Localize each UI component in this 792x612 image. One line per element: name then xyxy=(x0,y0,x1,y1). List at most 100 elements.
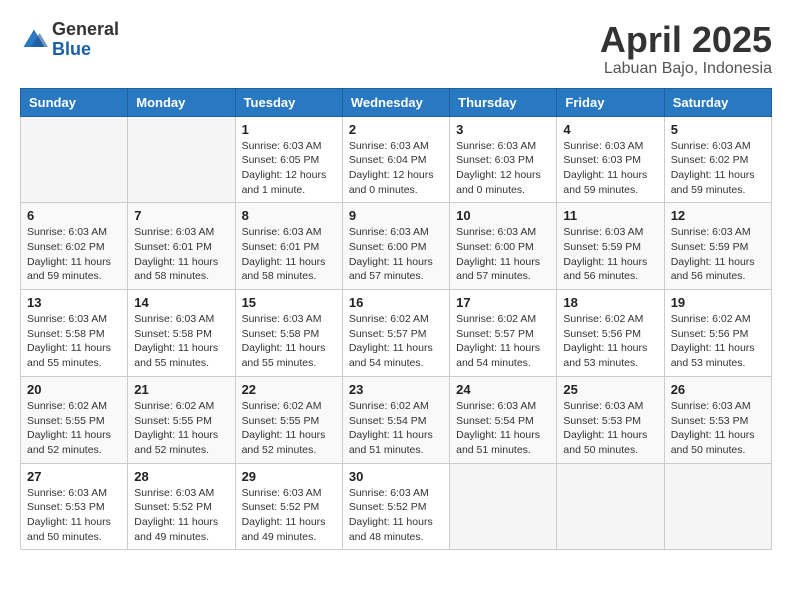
calendar-cell: 27Sunrise: 6:03 AM Sunset: 5:53 PM Dayli… xyxy=(21,463,128,550)
calendar-cell xyxy=(128,116,235,203)
calendar-cell xyxy=(21,116,128,203)
day-info: Sunrise: 6:03 AM Sunset: 6:01 PM Dayligh… xyxy=(134,225,228,284)
day-header-tuesday: Tuesday xyxy=(235,88,342,116)
day-number: 9 xyxy=(349,208,443,223)
day-number: 28 xyxy=(134,469,228,484)
day-info: Sunrise: 6:02 AM Sunset: 5:56 PM Dayligh… xyxy=(563,312,657,371)
logo-general: General xyxy=(52,20,119,40)
calendar-cell: 10 Sunrise: 6:03 AM Sunset: 6:00 PM Dayli… xyxy=(450,203,557,290)
day-header-sunday: Sunday xyxy=(21,88,128,116)
day-number: 30 xyxy=(349,469,443,484)
day-number: 5 xyxy=(671,122,765,137)
location-subtitle: Labuan Bajo, Indonesia xyxy=(600,60,772,78)
day-header-thursday: Thursday xyxy=(450,88,557,116)
calendar-cell: 11Sunrise: 6:03 AM Sunset: 5:59 PM Dayli… xyxy=(557,203,664,290)
day-info: Sunrise: 6:03 AM Sunset: 6:03 PM Dayligh… xyxy=(456,139,550,198)
calendar-cell xyxy=(450,463,557,550)
calendar-header-row: SundayMondayTuesdayWednesdayThursdayFrid… xyxy=(21,88,772,116)
calendar-cell: 9 Sunrise: 6:03 AM Sunset: 6:00 PM Daylig… xyxy=(342,203,449,290)
calendar-cell: 20Sunrise: 6:02 AM Sunset: 5:55 PM Dayli… xyxy=(21,376,128,463)
calendar-cell: 6 Sunrise: 6:03 AM Sunset: 6:02 PM Daylig… xyxy=(21,203,128,290)
day-number: 14 xyxy=(134,295,228,310)
day-info: Sunrise: 6:02 AM Sunset: 5:55 PM Dayligh… xyxy=(242,399,336,458)
day-number: 1 xyxy=(242,122,336,137)
calendar-cell: 28 Sunrise: 6:03 AM Sunset: 5:52 PM Dayli… xyxy=(128,463,235,550)
day-number: 24 xyxy=(456,382,550,397)
calendar-week-row: 1 Sunrise: 6:03 AM Sunset: 6:05 PM Daylig… xyxy=(21,116,772,203)
calendar-cell: 25 Sunrise: 6:03 AM Sunset: 5:53 PM Dayli… xyxy=(557,376,664,463)
day-number: 22 xyxy=(242,382,336,397)
calendar-cell: 16 Sunrise: 6:02 AM Sunset: 5:57 PM Dayli… xyxy=(342,290,449,377)
day-info: Sunrise: 6:03 AM Sunset: 6:00 PM Dayligh… xyxy=(349,225,443,284)
day-number: 20 xyxy=(27,382,121,397)
day-header-friday: Friday xyxy=(557,88,664,116)
day-number: 25 xyxy=(563,382,657,397)
logo: General Blue xyxy=(20,20,119,60)
day-number: 18 xyxy=(563,295,657,310)
day-info: Sunrise: 6:03 AM Sunset: 5:59 PM Dayligh… xyxy=(671,225,765,284)
day-number: 6 xyxy=(27,208,121,223)
day-info: Sunrise: 6:03 AM Sunset: 5:53 PM Dayligh… xyxy=(563,399,657,458)
day-info: Sunrise: 6:03 AM Sunset: 6:02 PM Dayligh… xyxy=(27,225,121,284)
day-number: 23 xyxy=(349,382,443,397)
day-info: Sunrise: 6:03 AM Sunset: 6:01 PM Dayligh… xyxy=(242,225,336,284)
calendar-week-row: 6 Sunrise: 6:03 AM Sunset: 6:02 PM Daylig… xyxy=(21,203,772,290)
calendar-cell: 26Sunrise: 6:03 AM Sunset: 5:53 PM Dayli… xyxy=(664,376,771,463)
day-info: Sunrise: 6:02 AM Sunset: 5:57 PM Dayligh… xyxy=(349,312,443,371)
day-number: 10 xyxy=(456,208,550,223)
calendar-cell: 22 Sunrise: 6:02 AM Sunset: 5:55 PM Dayli… xyxy=(235,376,342,463)
day-info: Sunrise: 6:03 AM Sunset: 6:00 PM Dayligh… xyxy=(456,225,550,284)
calendar-table: SundayMondayTuesdayWednesdayThursdayFrid… xyxy=(20,88,772,551)
day-info: Sunrise: 6:02 AM Sunset: 5:56 PM Dayligh… xyxy=(671,312,765,371)
calendar-cell: 17 Sunrise: 6:02 AM Sunset: 5:57 PM Dayli… xyxy=(450,290,557,377)
calendar-cell: 24 Sunrise: 6:03 AM Sunset: 5:54 PM Dayli… xyxy=(450,376,557,463)
calendar-week-row: 13Sunrise: 6:03 AM Sunset: 5:58 PM Dayli… xyxy=(21,290,772,377)
day-number: 26 xyxy=(671,382,765,397)
day-number: 7 xyxy=(134,208,228,223)
day-info: Sunrise: 6:03 AM Sunset: 5:58 PM Dayligh… xyxy=(27,312,121,371)
day-info: Sunrise: 6:03 AM Sunset: 6:05 PM Dayligh… xyxy=(242,139,336,198)
day-info: Sunrise: 6:03 AM Sunset: 6:02 PM Dayligh… xyxy=(671,139,765,198)
calendar-cell: 7 Sunrise: 6:03 AM Sunset: 6:01 PM Daylig… xyxy=(128,203,235,290)
day-number: 27 xyxy=(27,469,121,484)
day-info: Sunrise: 6:03 AM Sunset: 5:54 PM Dayligh… xyxy=(456,399,550,458)
calendar-cell: 4 Sunrise: 6:03 AM Sunset: 6:03 PM Daylig… xyxy=(557,116,664,203)
logo-text: General Blue xyxy=(52,20,119,60)
calendar-cell xyxy=(557,463,664,550)
day-number: 29 xyxy=(242,469,336,484)
day-info: Sunrise: 6:03 AM Sunset: 5:59 PM Dayligh… xyxy=(563,225,657,284)
day-info: Sunrise: 6:03 AM Sunset: 6:04 PM Dayligh… xyxy=(349,139,443,198)
calendar-cell: 21 Sunrise: 6:02 AM Sunset: 5:55 PM Dayli… xyxy=(128,376,235,463)
logo-blue: Blue xyxy=(52,40,119,60)
day-info: Sunrise: 6:03 AM Sunset: 5:52 PM Dayligh… xyxy=(242,486,336,545)
calendar-cell: 12Sunrise: 6:03 AM Sunset: 5:59 PM Dayli… xyxy=(664,203,771,290)
calendar-cell: 3Sunrise: 6:03 AM Sunset: 6:03 PM Daylig… xyxy=(450,116,557,203)
logo-icon xyxy=(20,26,48,54)
day-number: 2 xyxy=(349,122,443,137)
day-info: Sunrise: 6:02 AM Sunset: 5:54 PM Dayligh… xyxy=(349,399,443,458)
day-info: Sunrise: 6:03 AM Sunset: 5:58 PM Dayligh… xyxy=(134,312,228,371)
calendar-cell: 29 Sunrise: 6:03 AM Sunset: 5:52 PM Dayli… xyxy=(235,463,342,550)
day-info: Sunrise: 6:03 AM Sunset: 6:03 PM Dayligh… xyxy=(563,139,657,198)
day-info: Sunrise: 6:02 AM Sunset: 5:55 PM Dayligh… xyxy=(134,399,228,458)
day-number: 21 xyxy=(134,382,228,397)
calendar-cell: 13Sunrise: 6:03 AM Sunset: 5:58 PM Dayli… xyxy=(21,290,128,377)
day-number: 8 xyxy=(242,208,336,223)
calendar-cell: 8 Sunrise: 6:03 AM Sunset: 6:01 PM Daylig… xyxy=(235,203,342,290)
calendar-cell: 1 Sunrise: 6:03 AM Sunset: 6:05 PM Daylig… xyxy=(235,116,342,203)
header: General Blue April 2025 Labuan Bajo, Ind… xyxy=(20,20,772,78)
calendar-cell: 18 Sunrise: 6:02 AM Sunset: 5:56 PM Dayli… xyxy=(557,290,664,377)
day-number: 16 xyxy=(349,295,443,310)
calendar-cell: 19Sunrise: 6:02 AM Sunset: 5:56 PM Dayli… xyxy=(664,290,771,377)
day-header-saturday: Saturday xyxy=(664,88,771,116)
calendar-cell: 23 Sunrise: 6:02 AM Sunset: 5:54 PM Dayli… xyxy=(342,376,449,463)
day-info: Sunrise: 6:03 AM Sunset: 5:52 PM Dayligh… xyxy=(134,486,228,545)
day-header-monday: Monday xyxy=(128,88,235,116)
day-number: 17 xyxy=(456,295,550,310)
day-info: Sunrise: 6:03 AM Sunset: 5:52 PM Dayligh… xyxy=(349,486,443,545)
day-number: 4 xyxy=(563,122,657,137)
calendar-cell xyxy=(664,463,771,550)
title-area: April 2025 Labuan Bajo, Indonesia xyxy=(600,20,772,78)
day-info: Sunrise: 6:02 AM Sunset: 5:57 PM Dayligh… xyxy=(456,312,550,371)
calendar-cell: 14 Sunrise: 6:03 AM Sunset: 5:58 PM Dayli… xyxy=(128,290,235,377)
